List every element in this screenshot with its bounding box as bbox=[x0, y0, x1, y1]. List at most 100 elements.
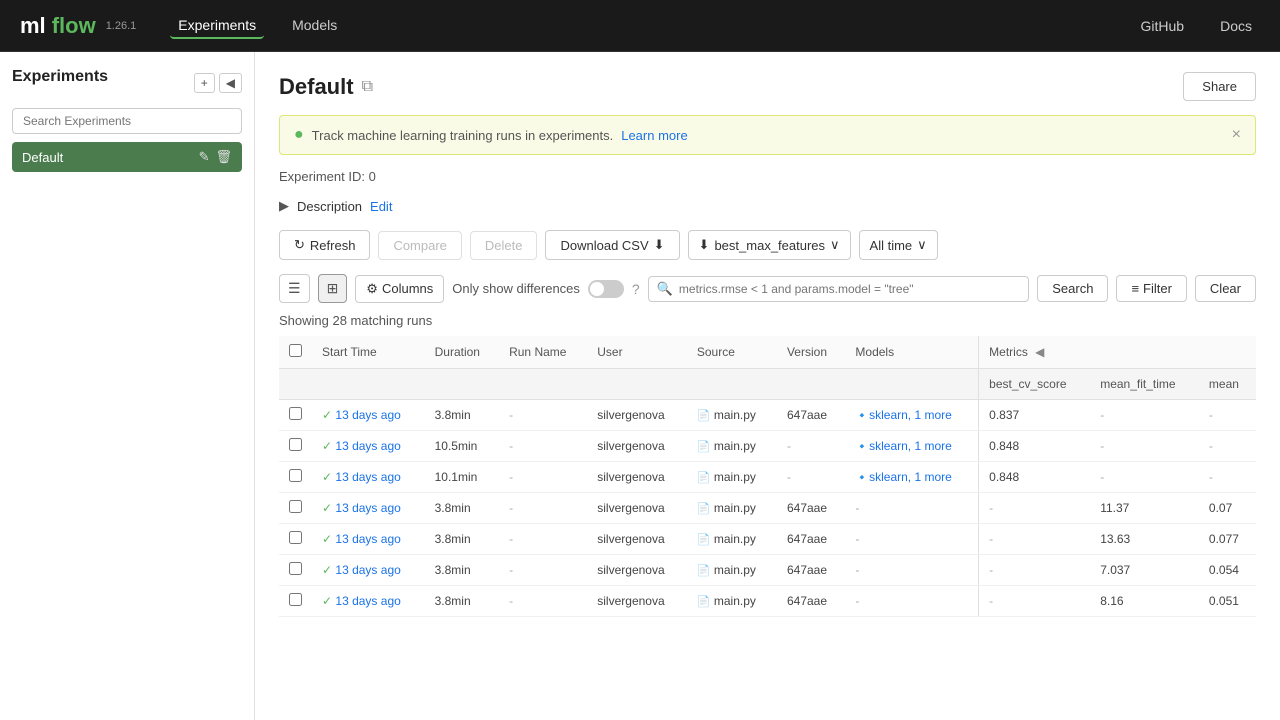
start-time-5: ✓ 13 days ago bbox=[312, 555, 425, 586]
row-select-6[interactable] bbox=[289, 593, 302, 606]
content: Default ⧉ Share ● Track machine learning… bbox=[255, 52, 1280, 720]
delete-experiment-btn[interactable]: 🗑 bbox=[215, 149, 232, 165]
compare-button[interactable]: Compare bbox=[378, 231, 461, 260]
download-csv-button[interactable]: Download CSV ⬇ bbox=[545, 230, 679, 260]
sidebar-title: Experiments bbox=[12, 68, 108, 86]
table-row: ✓ 13 days ago 3.8min - silvergenova 📄 ma… bbox=[279, 524, 1256, 555]
user-5: silvergenova bbox=[587, 555, 687, 586]
table-row: ✓ 13 days ago 3.8min - silvergenova 📄 ma… bbox=[279, 400, 1256, 431]
nav-experiments[interactable]: Experiments bbox=[170, 13, 264, 39]
model-link-1[interactable]: sklearn, 1 more bbox=[869, 439, 952, 453]
metrics-label: Metrics bbox=[989, 345, 1028, 359]
refresh-icon: ↻ bbox=[294, 237, 305, 253]
collapse-sidebar-btn[interactable]: ◀ bbox=[219, 73, 242, 93]
duration-header: Duration bbox=[425, 336, 499, 369]
best-cv-score-header: best_cv_score bbox=[979, 369, 1091, 400]
start-time-3: ✓ 13 days ago bbox=[312, 493, 425, 524]
time-range-select[interactable]: All time ∨ bbox=[859, 230, 938, 260]
start-time-header: Start Time bbox=[312, 336, 425, 369]
main-layout: Experiments + ◀ Default ✎ 🗑 Default ⧉ Sh… bbox=[0, 52, 1280, 720]
clear-button[interactable]: Clear bbox=[1195, 275, 1256, 302]
add-experiment-btn[interactable]: + bbox=[194, 73, 215, 93]
row-select-3[interactable] bbox=[289, 500, 302, 513]
refresh-button[interactable]: ↻ Refresh bbox=[279, 230, 370, 260]
filter-key-select[interactable]: ⬇ best_max_features ∨ bbox=[688, 230, 851, 260]
row-select-4[interactable] bbox=[289, 531, 302, 544]
help-icon[interactable]: ? bbox=[632, 281, 640, 297]
row-select-0[interactable] bbox=[289, 407, 302, 420]
start-time-0: ✓ 13 days ago bbox=[312, 400, 425, 431]
mean-6: 0.051 bbox=[1199, 586, 1256, 617]
edit-experiment-btn[interactable]: ✎ bbox=[199, 149, 210, 165]
logo-version: 1.26.1 bbox=[106, 20, 137, 32]
mean-2: - bbox=[1199, 462, 1256, 493]
mean-1: - bbox=[1199, 431, 1256, 462]
best-cv-score-4: - bbox=[979, 524, 1091, 555]
row-select-1[interactable] bbox=[289, 438, 302, 451]
filter-button[interactable]: ≡ Filter bbox=[1116, 275, 1186, 302]
nav-right: GitHub Docs bbox=[1133, 14, 1260, 38]
run-name-4: - bbox=[499, 524, 587, 555]
search-button[interactable]: Search bbox=[1037, 275, 1108, 302]
description-edit-link[interactable]: Edit bbox=[370, 199, 392, 214]
page-title-area: Default ⧉ bbox=[279, 74, 373, 100]
start-time-6: ✓ 13 days ago bbox=[312, 586, 425, 617]
sidebar-item-default[interactable]: Default ✎ 🗑 bbox=[12, 142, 242, 172]
model-link-0[interactable]: sklearn, 1 more bbox=[869, 408, 952, 422]
metrics-collapse-icon[interactable]: ◀ bbox=[1035, 345, 1044, 359]
list-view-btn[interactable]: ☰ bbox=[279, 274, 310, 303]
source-name-1: main.py bbox=[714, 439, 756, 453]
table-row: ✓ 13 days ago 3.8min - silvergenova 📄 ma… bbox=[279, 555, 1256, 586]
file-icon-5: 📄 bbox=[697, 565, 711, 577]
select-all-checkbox[interactable] bbox=[289, 344, 302, 357]
row-select-2[interactable] bbox=[289, 469, 302, 482]
run-link-5[interactable]: 13 days ago bbox=[335, 563, 400, 577]
run-link-3[interactable]: 13 days ago bbox=[335, 501, 400, 515]
duration-3: 3.8min bbox=[425, 493, 499, 524]
share-button[interactable]: Share bbox=[1183, 72, 1256, 101]
row-checkbox-6 bbox=[279, 586, 312, 617]
run-name-0: - bbox=[499, 400, 587, 431]
select-all-header bbox=[279, 336, 312, 369]
columns-button[interactable]: ⚙ Columns bbox=[355, 275, 444, 303]
version-0: 647aae bbox=[777, 400, 845, 431]
user-1: silvergenova bbox=[587, 431, 687, 462]
grid-view-btn[interactable]: ⊞ bbox=[318, 274, 348, 303]
best-cv-score-3: - bbox=[979, 493, 1091, 524]
diff-toggle-switch[interactable] bbox=[588, 280, 624, 298]
banner-close-icon[interactable]: × bbox=[1232, 126, 1241, 144]
search-experiments-input[interactable] bbox=[12, 108, 242, 134]
delete-button[interactable]: Delete bbox=[470, 231, 538, 260]
nav-models[interactable]: Models bbox=[284, 13, 345, 39]
copy-icon[interactable]: ⧉ bbox=[362, 78, 373, 96]
run-link-0[interactable]: 13 days ago bbox=[335, 408, 400, 422]
run-link-6[interactable]: 13 days ago bbox=[335, 594, 400, 608]
experiment-id: Experiment ID: 0 bbox=[279, 169, 1256, 184]
mean-4: 0.077 bbox=[1199, 524, 1256, 555]
run-link-4[interactable]: 13 days ago bbox=[335, 532, 400, 546]
source-5: 📄 main.py bbox=[687, 555, 777, 586]
learn-more-link[interactable]: Learn more bbox=[621, 128, 687, 143]
row-select-5[interactable] bbox=[289, 562, 302, 575]
file-icon-3: 📄 bbox=[697, 503, 711, 515]
table-row: ✓ 13 days ago 10.1min - silvergenova 📄 m… bbox=[279, 462, 1256, 493]
search-input[interactable] bbox=[679, 282, 1020, 296]
run-link-1[interactable]: 13 days ago bbox=[335, 439, 400, 453]
description-row: ▶ Description Edit bbox=[279, 198, 1256, 214]
row-checkbox-1 bbox=[279, 431, 312, 462]
run-link-2[interactable]: 13 days ago bbox=[335, 470, 400, 484]
models-3: - bbox=[845, 493, 978, 524]
search-icon: 🔍 bbox=[657, 281, 673, 297]
nav-docs[interactable]: Docs bbox=[1212, 14, 1260, 38]
nav-github[interactable]: GitHub bbox=[1133, 14, 1193, 38]
source-name-2: main.py bbox=[714, 470, 756, 484]
download-label: Download CSV bbox=[560, 238, 648, 253]
row-checkbox-4 bbox=[279, 524, 312, 555]
model-link-2[interactable]: sklearn, 1 more bbox=[869, 470, 952, 484]
run-name-3: - bbox=[499, 493, 587, 524]
sidebar-add-btns: + ◀ bbox=[194, 73, 242, 93]
mean-fit-time-5: 7.037 bbox=[1090, 555, 1199, 586]
version-1: - bbox=[777, 431, 845, 462]
description-expand-icon[interactable]: ▶ bbox=[279, 198, 289, 214]
runs-table: Start Time Duration Run Name User Source… bbox=[279, 336, 1256, 617]
